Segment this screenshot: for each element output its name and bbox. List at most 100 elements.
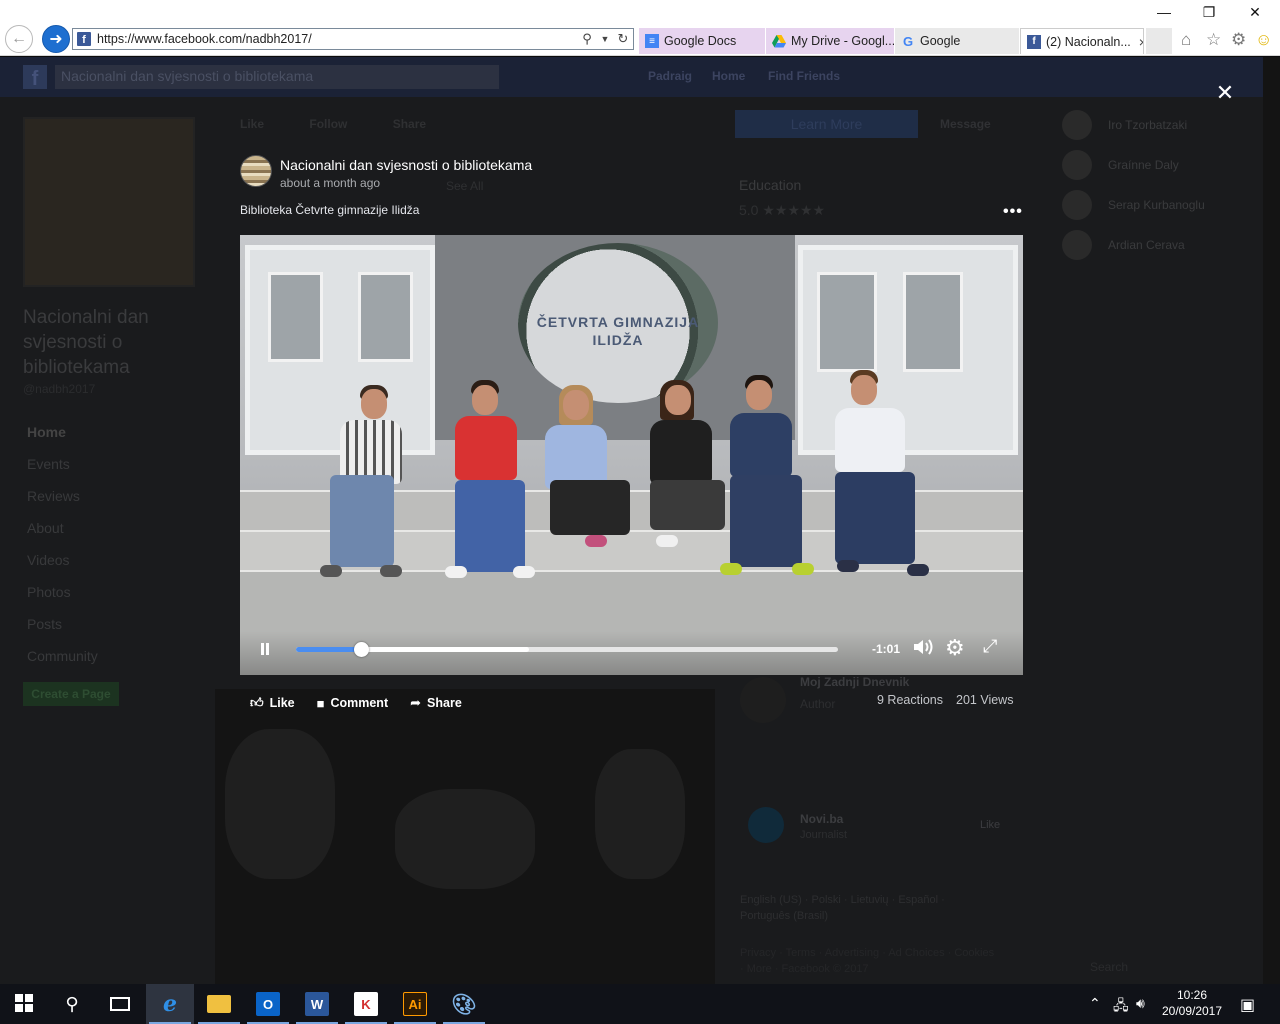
chevron-up-icon[interactable]: ⌃ [1089, 995, 1101, 1012]
windows-taskbar: ⚲ e O W K Ai 🎨︎ ⌃ 🖧︎ 🔊︎ 10:26 20/09/2017… [0, 984, 1280, 1024]
avatar [740, 677, 786, 723]
message-button[interactable]: Message [940, 117, 991, 131]
sidebar-item-about[interactable]: About [23, 512, 203, 544]
feed-photo[interactable] [215, 689, 715, 984]
page-scrollbar[interactable] [1263, 57, 1280, 984]
comment-button[interactable]: ■ Comment [317, 693, 389, 713]
chat-contact[interactable]: Graínne Daly [1062, 145, 1262, 185]
like-button[interactable]: 👍︎ Like [250, 693, 295, 713]
news-title[interactable]: Moj Zadnji Dnevnik [800, 675, 909, 689]
video-progress-bar[interactable] [296, 642, 838, 657]
task-view-icon[interactable] [96, 984, 144, 1024]
reactions-count[interactable]: 9 Reactions [877, 693, 943, 707]
post-timestamp[interactable]: about a month ago [280, 176, 380, 190]
facebook-favicon-icon: f [1027, 34, 1041, 49]
news-source-sub: Journalist [800, 829, 848, 841]
news-source[interactable]: Novi.ba [800, 812, 843, 826]
share-button[interactable]: ➦ Share [410, 693, 462, 713]
address-url[interactable]: https://www.facebook.com/nadbh2017/ [97, 32, 579, 46]
nav-user[interactable]: Padraig [648, 69, 692, 83]
task-view-shape [110, 997, 130, 1011]
address-bar[interactable]: f https://www.facebook.com/nadbh2017/ ⚲ … [72, 28, 634, 50]
language-links[interactable]: English (US) · Polski · Lietuvių · Españ… [740, 892, 985, 924]
share-arrow-icon: ➦ [410, 695, 422, 710]
refresh-icon[interactable]: ↻ [615, 31, 631, 47]
illustrator-icon[interactable]: Ai [391, 984, 439, 1024]
video-player[interactable]: ČETVRTA GIMNAZIJA ILIDŽA -1:01 ⚙ ⤢ [240, 235, 1023, 675]
tab-my-drive[interactable]: My Drive - Googl... [766, 28, 894, 54]
chat-search-input[interactable]: Search [1090, 960, 1128, 974]
learn-more-button[interactable]: Learn More [735, 110, 918, 138]
system-clock[interactable]: 10:26 20/09/2017 [1158, 987, 1226, 1019]
chat-contact[interactable]: Ardian Cerava [1062, 225, 1262, 265]
avatar [1062, 110, 1092, 140]
more-options-icon[interactable]: ••• [1003, 203, 1023, 221]
restore-icon[interactable]: ❐ [1194, 4, 1224, 21]
kaspersky-icon[interactable]: K [342, 984, 390, 1024]
settings-gear-icon[interactable]: ⚙ [945, 635, 965, 661]
close-modal-button[interactable]: ✕ [1213, 82, 1237, 106]
outlook-icon[interactable]: O [244, 984, 292, 1024]
comment-label: Comment [330, 696, 389, 710]
search-icon[interactable]: ⚲ [48, 984, 96, 1024]
file-explorer-icon[interactable] [195, 984, 243, 1024]
tab-google-docs[interactable]: ≡ Google Docs [639, 28, 765, 54]
page-like-button[interactable]: Like [240, 117, 264, 131]
sidebar-item-posts[interactable]: Posts [23, 608, 203, 640]
post-author[interactable]: Nacionalni dan svjesnosti o bibliotekama [280, 157, 532, 173]
new-tab-button[interactable] [1146, 28, 1172, 54]
sidebar-item-events[interactable]: Events [23, 448, 203, 480]
search-icon[interactable]: ⚲ [579, 31, 595, 47]
page-share-button[interactable]: Share [393, 117, 426, 131]
footer-links[interactable]: Privacy · Terms · Advertising · Ad Choic… [740, 945, 1000, 977]
fullscreen-icon[interactable]: ⤢ [983, 636, 997, 657]
post-action-bar: 👍︎ Like ■ Comment ➦ Share [250, 693, 484, 713]
google-docs-icon: ≡ [645, 34, 659, 48]
tab-google[interactable]: G Google [895, 28, 1019, 54]
word-icon[interactable]: W [293, 984, 341, 1024]
close-window-icon[interactable]: ✕ [1240, 4, 1270, 21]
create-page-button[interactable]: Create a Page [23, 682, 119, 706]
dropdown-icon[interactable]: ▼ [597, 34, 613, 44]
sidebar-item-community[interactable]: Community [23, 640, 203, 672]
nav-find-friends[interactable]: Find Friends [768, 69, 840, 83]
tab-label: (2) Nacionaln... [1046, 34, 1131, 49]
close-tab-icon[interactable]: × [1139, 34, 1143, 50]
pause-icon[interactable] [258, 642, 272, 656]
thumbs-up-icon: 👍︎ [250, 695, 264, 710]
start-button[interactable] [0, 984, 48, 1024]
chat-contact[interactable]: Serap Kurbanoglu [1062, 185, 1262, 225]
news-sub: Author [800, 697, 836, 711]
action-center-icon[interactable]: ▣ [1240, 995, 1255, 1015]
share-label: Share [427, 696, 462, 710]
page-avatar[interactable] [240, 155, 272, 187]
minimize-icon[interactable]: — [1149, 4, 1179, 20]
forward-button[interactable]: ➜ [42, 25, 70, 53]
favorites-star-icon[interactable]: ☆ [1206, 30, 1221, 50]
smiley-feedback-icon[interactable]: ☺ [1255, 30, 1272, 50]
internet-explorer-icon[interactable]: e [146, 984, 194, 1024]
back-button[interactable]: ← [5, 25, 33, 53]
facebook-search-input[interactable]: Nacionalni dan svjesnosti o bibliotekama [55, 65, 499, 89]
volume-icon[interactable] [912, 637, 934, 662]
page-profile-picture[interactable] [23, 117, 195, 287]
browser-chrome: — ❐ ✕ ← ➜ f https://www.facebook.com/nad… [0, 0, 1280, 56]
sidebar-item-photos[interactable]: Photos [23, 576, 203, 608]
gear-icon[interactable]: ⚙ [1231, 30, 1246, 50]
facebook-logo-icon[interactable]: f [23, 65, 47, 90]
sidebar-item-reviews[interactable]: Reviews [23, 480, 203, 512]
seek-handle[interactable] [354, 642, 370, 657]
paint-icon[interactable]: 🎨︎ [440, 984, 488, 1024]
avatar [1062, 230, 1092, 260]
home-icon[interactable]: ⌂ [1181, 30, 1191, 50]
nav-home[interactable]: Home [712, 69, 745, 83]
contact-name: Iro Tzorbatzaki [1108, 118, 1188, 132]
sidebar-item-videos[interactable]: Videos [23, 544, 203, 576]
news-like-button[interactable]: Like [980, 819, 1000, 831]
network-icon[interactable]: 🖧︎ [1113, 995, 1129, 1019]
speaker-icon[interactable]: 🔊︎ [1136, 995, 1145, 1012]
chat-contact[interactable]: Iro Tzorbatzaki [1062, 105, 1262, 145]
sidebar-item-home[interactable]: Home [23, 416, 203, 448]
page-follow-button[interactable]: Follow [309, 117, 347, 131]
tab-facebook[interactable]: f (2) Nacionaln... × [1020, 28, 1144, 54]
